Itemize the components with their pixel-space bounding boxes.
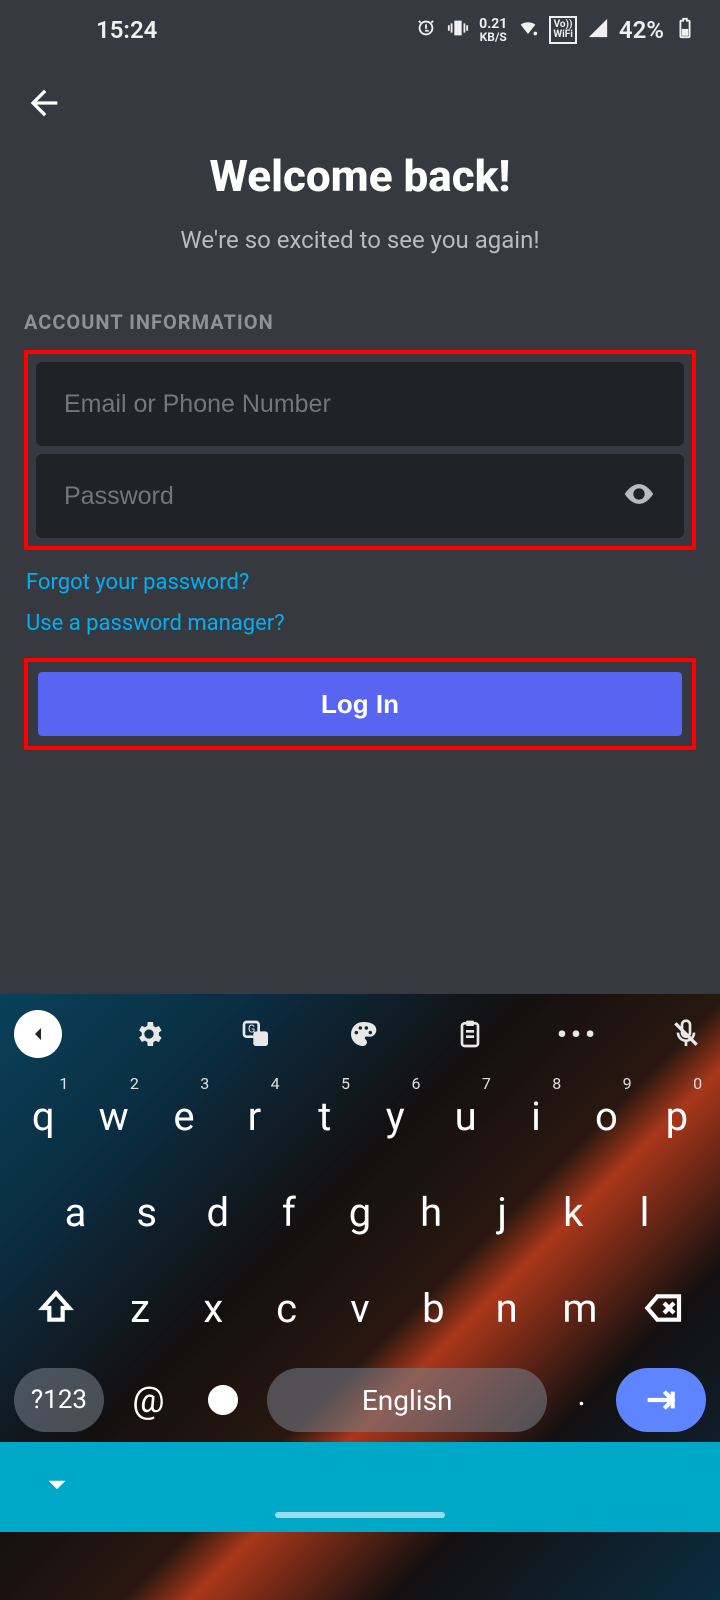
key-l[interactable]: l: [609, 1176, 680, 1248]
toggle-password-visibility-button[interactable]: [622, 477, 656, 515]
period-key[interactable]: .: [562, 1375, 602, 1425]
key-w[interactable]: w2: [78, 1080, 148, 1152]
key-a[interactable]: a: [40, 1176, 111, 1248]
key-p[interactable]: p0: [642, 1080, 712, 1152]
alarm-icon: [415, 17, 437, 44]
status-right: 0.21KB/S Vo))WiFi 42%: [415, 16, 696, 44]
login-button[interactable]: Log In: [38, 672, 682, 736]
battery-icon: [674, 17, 696, 44]
page-title: Welcome back!: [24, 150, 696, 202]
keyboard-toolbar: G •••: [0, 994, 720, 1074]
clipboard-button[interactable]: [450, 1014, 490, 1054]
email-field[interactable]: [64, 390, 656, 419]
key-c[interactable]: c: [250, 1272, 323, 1344]
status-time: 15:24: [96, 16, 157, 44]
credentials-highlight: [24, 350, 696, 550]
key-y[interactable]: y6: [360, 1080, 430, 1152]
email-field-wrap[interactable]: [36, 362, 684, 446]
status-bar: 15:24 0.21KB/S Vo))WiFi 42%: [0, 0, 720, 60]
svg-text:G: G: [248, 1023, 255, 1036]
key-q[interactable]: q1: [8, 1080, 78, 1152]
key-z[interactable]: z: [103, 1272, 176, 1344]
password-field[interactable]: [64, 482, 622, 511]
keyboard-row-3: zxcvbnm: [4, 1272, 716, 1344]
theme-button[interactable]: [343, 1014, 383, 1054]
helper-links: Forgot your password? Use a password man…: [24, 570, 696, 636]
key-b[interactable]: b: [397, 1272, 470, 1344]
keyboard-settings-button[interactable]: [129, 1014, 169, 1054]
keyboard-row-4: ?123 @ English .: [4, 1368, 716, 1432]
key-h[interactable]: h: [396, 1176, 467, 1248]
enter-key[interactable]: [616, 1368, 706, 1432]
key-r[interactable]: r4: [219, 1080, 289, 1152]
shift-key[interactable]: [8, 1272, 103, 1344]
login-form: ACCOUNT INFORMATION Forgot your password…: [0, 310, 720, 750]
keyboard-row-1: q1w2e3r4t5y6u7i8o9p0: [4, 1080, 716, 1152]
space-key[interactable]: English: [267, 1368, 547, 1432]
network-speed: 0.21KB/S: [479, 17, 507, 43]
keyboard-more-button[interactable]: •••: [557, 1018, 599, 1051]
back-button[interactable]: [24, 83, 64, 127]
key-d[interactable]: d: [182, 1176, 253, 1248]
hero: Welcome back! We're so excited to see yo…: [0, 150, 720, 254]
key-v[interactable]: v: [323, 1272, 396, 1344]
system-nav-bar: [0, 1442, 720, 1532]
language-key[interactable]: [193, 1382, 253, 1418]
key-f[interactable]: f: [253, 1176, 324, 1248]
keyboard-hide-button[interactable]: [40, 1468, 74, 1506]
key-u[interactable]: u7: [430, 1080, 500, 1152]
vibrate-icon: [447, 17, 469, 44]
key-x[interactable]: x: [177, 1272, 250, 1344]
keyboard-collapse-button[interactable]: [14, 1010, 62, 1058]
page-subtitle: We're so excited to see you again!: [24, 226, 696, 254]
symbols-key[interactable]: ?123: [14, 1368, 104, 1432]
key-n[interactable]: n: [470, 1272, 543, 1344]
key-i[interactable]: i8: [501, 1080, 571, 1152]
keyboard-row-2: asdfghjkl: [4, 1176, 716, 1248]
app-nav: [0, 60, 720, 150]
vowifi-badge: Vo))WiFi: [549, 16, 577, 44]
key-m[interactable]: m: [543, 1272, 616, 1344]
password-manager-link[interactable]: Use a password manager?: [26, 611, 694, 636]
key-j[interactable]: j: [467, 1176, 538, 1248]
mic-off-button[interactable]: [666, 1014, 706, 1054]
key-o[interactable]: o9: [571, 1080, 641, 1152]
signal-icon: [587, 17, 609, 44]
battery-percent: 42%: [619, 16, 664, 44]
key-g[interactable]: g: [324, 1176, 395, 1248]
key-t[interactable]: t5: [290, 1080, 360, 1152]
gesture-handle[interactable]: [275, 1512, 445, 1518]
wifi-icon: [517, 17, 539, 44]
section-label: ACCOUNT INFORMATION: [24, 310, 696, 334]
password-field-wrap[interactable]: [36, 454, 684, 538]
backspace-key[interactable]: [617, 1272, 712, 1344]
soft-keyboard: G ••• q1w2e3r4t5y6u7i8o9p0 asdfghjkl zxc…: [0, 994, 720, 1600]
key-s[interactable]: s: [111, 1176, 182, 1248]
key-k[interactable]: k: [538, 1176, 609, 1248]
translate-button[interactable]: G: [236, 1014, 276, 1054]
at-key[interactable]: @: [118, 1379, 178, 1421]
login-highlight: Log In: [24, 658, 696, 750]
forgot-password-link[interactable]: Forgot your password?: [26, 570, 694, 595]
key-e[interactable]: e3: [149, 1080, 219, 1152]
